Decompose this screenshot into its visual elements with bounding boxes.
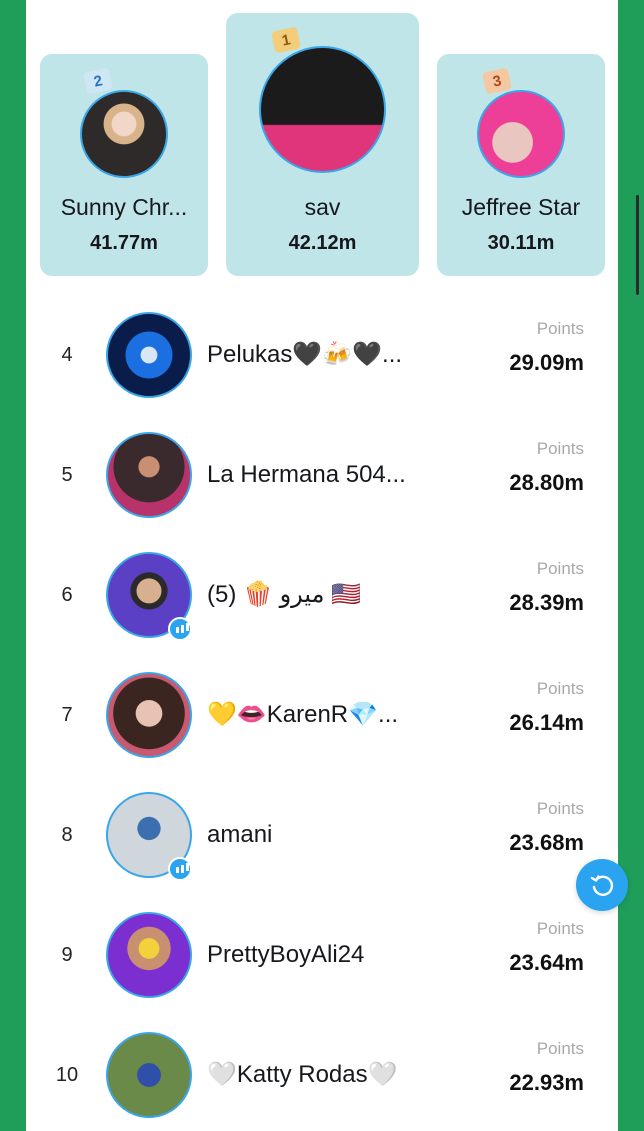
podium-third[interactable]: 3 Jeffree Star 30.11m bbox=[437, 54, 605, 276]
list-item[interactable]: 9 PrettyBoyAli24 Points 23.64m bbox=[26, 895, 618, 1015]
avatar[interactable] bbox=[106, 432, 192, 518]
avatar[interactable] bbox=[477, 90, 565, 178]
list-item[interactable]: 6 (5) 🍿 ميرو 🇺🇸 Points 28.39m bbox=[26, 535, 618, 655]
avatar[interactable] bbox=[106, 1032, 192, 1118]
podium-name: sav bbox=[304, 194, 341, 220]
podium-score: 42.12m bbox=[288, 232, 357, 254]
rank-number: 8 bbox=[61, 824, 73, 846]
avatar[interactable] bbox=[106, 912, 192, 998]
stats-badge-icon bbox=[168, 857, 192, 881]
stats-badge-icon bbox=[168, 617, 192, 641]
points-value: 29.09m bbox=[509, 350, 584, 375]
avatar[interactable] bbox=[80, 90, 168, 178]
points-value: 23.64m bbox=[509, 950, 584, 975]
podium-score: 30.11m bbox=[487, 232, 555, 254]
list-item[interactable]: 5 La Hermana 504... Points 28.80m bbox=[26, 415, 618, 535]
podium-name: Sunny Chr... bbox=[60, 194, 188, 220]
rank-number: 4 bbox=[61, 344, 73, 366]
avatar[interactable] bbox=[106, 312, 192, 398]
rank-number: 9 bbox=[61, 944, 73, 966]
leaderboard-panel: 2 Sunny Chr... 41.77m 1 sav 42.12m 3 Jef… bbox=[26, 0, 618, 1131]
points-label: Points bbox=[536, 799, 584, 818]
points-label: Points bbox=[536, 1039, 584, 1058]
user-name: 🤍Katty Rodas🤍 bbox=[207, 1061, 398, 1088]
avatar[interactable] bbox=[106, 672, 192, 758]
points-label: Points bbox=[536, 679, 584, 698]
user-name: La Hermana 504... bbox=[207, 461, 406, 488]
rank-number: 7 bbox=[61, 704, 73, 726]
user-name: (5) 🍿 ميرو 🇺🇸 bbox=[207, 581, 362, 608]
points-value: 26.14m bbox=[509, 710, 584, 735]
podium-first[interactable]: 1 sav 42.12m bbox=[226, 13, 419, 276]
points-value: 22.93m bbox=[509, 1070, 584, 1095]
list-item[interactable]: 4 Pelukas🖤🍻🖤... Points 29.09m bbox=[26, 295, 618, 415]
rank-number: 6 bbox=[61, 584, 73, 606]
list-item[interactable]: 7 💛👄KarenR💎... Points 26.14m bbox=[26, 655, 618, 775]
crown-icon: 3 bbox=[481, 67, 513, 95]
list-item[interactable]: 10 🤍Katty Rodas🤍 Points 22.93m bbox=[26, 1015, 618, 1131]
user-name: PrettyBoyAli24 bbox=[207, 941, 365, 968]
refresh-button[interactable] bbox=[576, 859, 628, 911]
points-label: Points bbox=[536, 439, 584, 458]
podium-score: 41.77m bbox=[90, 232, 158, 254]
podium-second[interactable]: 2 Sunny Chr... 41.77m bbox=[40, 54, 208, 276]
points-label: Points bbox=[536, 919, 584, 938]
points-value: 28.80m bbox=[509, 470, 584, 495]
user-name: 💛👄KarenR💎... bbox=[207, 701, 399, 728]
rank-number: 10 bbox=[55, 1064, 79, 1086]
list-item[interactable]: 8 amani Points 23.68m bbox=[26, 775, 618, 895]
crown-icon: 1 bbox=[270, 26, 302, 54]
user-name: amani bbox=[207, 821, 273, 848]
scrollbar[interactable] bbox=[636, 195, 639, 295]
points-label: Points bbox=[536, 319, 584, 338]
points-label: Points bbox=[536, 559, 584, 578]
user-name: Pelukas🖤🍻🖤... bbox=[207, 341, 403, 368]
podium-name: Jeffree Star bbox=[461, 194, 581, 220]
points-value: 28.39m bbox=[509, 590, 584, 615]
crown-icon: 2 bbox=[82, 67, 114, 95]
rank-number: 5 bbox=[61, 464, 73, 486]
avatar[interactable] bbox=[259, 46, 386, 173]
points-value: 23.68m bbox=[509, 830, 584, 855]
refresh-icon bbox=[590, 875, 614, 896]
